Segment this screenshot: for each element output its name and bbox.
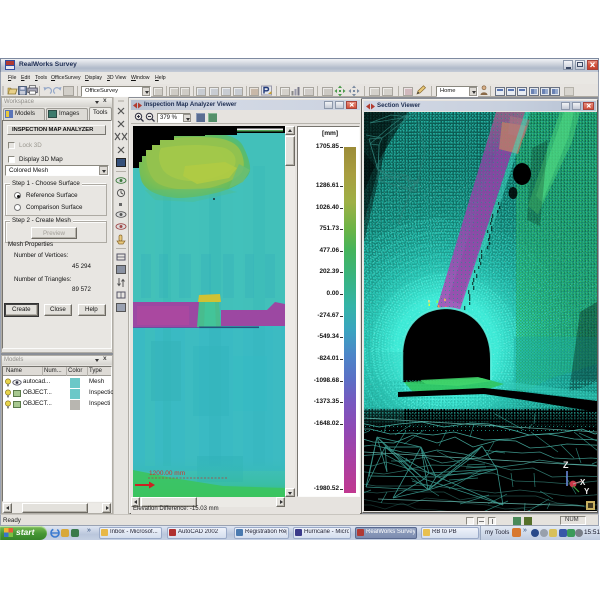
- svg-text:1200.00 mm: 1200.00 mm: [149, 470, 185, 477]
- svg-text:Y: Y: [584, 487, 590, 496]
- svg-text:X: X: [580, 478, 586, 487]
- svg-text:Z: Z: [563, 460, 569, 470]
